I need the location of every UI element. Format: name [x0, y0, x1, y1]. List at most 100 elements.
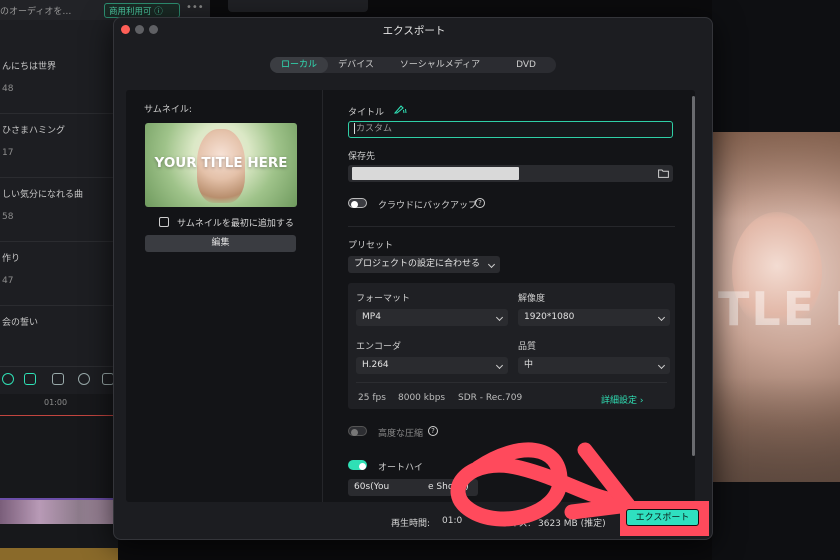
- save-location-label: 保存先: [348, 152, 376, 162]
- export-settings-panel: サムネイル: YOUR TITLE HERE サムネイルを最初に追加する 編集 …: [126, 90, 695, 502]
- export-highlight-box: エクスポート: [620, 501, 709, 536]
- export-target-tabs: ローカル デバイス ソーシャルメディア DVD: [270, 57, 556, 73]
- quality-select[interactable]: 中: [518, 357, 670, 374]
- chevron-down-icon: [657, 361, 666, 370]
- encoder-select[interactable]: H.264: [356, 357, 508, 374]
- play-icon[interactable]: [78, 373, 90, 385]
- list-item[interactable]: んにちは世界 48: [0, 50, 118, 114]
- thumbnail-preview[interactable]: YOUR TITLE HERE: [145, 123, 297, 207]
- timeline[interactable]: [0, 394, 118, 560]
- color-space-info: SDR - Rec.709: [458, 393, 523, 403]
- divider: [348, 226, 675, 227]
- resolution-label: 解像度: [518, 294, 546, 304]
- list-item[interactable]: ひさまハミング 17: [0, 114, 118, 178]
- preset-select[interactable]: プロジェクトの設定に合わせる: [348, 256, 500, 273]
- list-item-title: ひさまハミング: [2, 126, 66, 136]
- timeline-ruler[interactable]: 01:00: [0, 394, 118, 416]
- add-thumbnail-label: サムネイルを最初に追加する: [177, 218, 294, 229]
- advanced-compression-toggle[interactable]: [348, 426, 367, 436]
- encoder-value: H.264: [362, 360, 389, 370]
- edit-thumbnail-button[interactable]: 編集: [145, 235, 296, 252]
- shorts-duration-select[interactable]: 60s(You e Shorts): [348, 479, 478, 496]
- size-value: 3623 MB (推定): [538, 519, 606, 529]
- list-item-title: 会の誓い: [2, 318, 39, 328]
- divider: [356, 382, 667, 383]
- export-button[interactable]: エクスポート: [626, 509, 699, 526]
- save-path-value: [352, 167, 519, 180]
- help-icon[interactable]: ?: [475, 198, 485, 208]
- chevron-right-icon: ›: [639, 396, 644, 406]
- advanced-compression-label: 高度な圧縮: [378, 429, 424, 439]
- list-item-duration: 47: [2, 276, 14, 286]
- preview-image: TLE H: [712, 132, 840, 482]
- dialog-title: エクスポート: [382, 25, 446, 37]
- tab-local[interactable]: ローカル: [270, 57, 328, 73]
- dialog-titlebar: エクスポート: [114, 18, 712, 42]
- advanced-settings-link[interactable]: 詳細設定 ›: [601, 393, 644, 406]
- more-icon[interactable]: •••: [186, 2, 204, 13]
- chevron-down-icon: [495, 361, 504, 370]
- list-item-duration: 17: [2, 148, 14, 158]
- commercial-use-badge[interactable]: 商用利用可 ⓘ: [104, 3, 180, 18]
- top-toolbar: [228, 0, 368, 12]
- title-placeholder: カスタム: [356, 124, 393, 134]
- resolution-select[interactable]: 1920*1080: [518, 309, 670, 326]
- scrollbar[interactable]: [692, 96, 695, 456]
- cloud-backup-label: クラウドにバックアップ: [378, 201, 478, 211]
- format-value: MP4: [362, 312, 381, 322]
- list-item[interactable]: 会の誓い: [0, 306, 118, 364]
- add-thumbnail-checkbox[interactable]: [159, 217, 169, 227]
- cloud-backup-toggle[interactable]: [348, 198, 367, 208]
- shorts-duration-value-rest: e Shorts): [428, 482, 469, 492]
- chevron-down-icon: [657, 313, 666, 322]
- quality-value: 中: [524, 360, 534, 370]
- video-clip[interactable]: [0, 498, 118, 524]
- chevron-down-icon: [495, 313, 504, 322]
- audio-clip[interactable]: [0, 548, 118, 560]
- auto-highlight-label: オートハイ: [378, 463, 423, 473]
- thumbnail-label: サムネイル:: [144, 105, 192, 115]
- column-divider: [322, 90, 323, 502]
- screen: { "background": { "topbar_text": "のオーディオ…: [0, 0, 840, 560]
- advanced-settings-label: 詳細設定: [601, 396, 638, 406]
- list-item-title: んにちは世界: [2, 62, 57, 72]
- preview-overlay-text: TLE H: [718, 282, 840, 336]
- ai-pen-icon[interactable]: [394, 104, 407, 114]
- tab-social-media[interactable]: ソーシャルメディア: [384, 57, 496, 73]
- timecode-label: 01:00: [44, 398, 68, 407]
- fps-info: 25 fps: [358, 393, 386, 403]
- format-label: フォーマット: [356, 294, 411, 304]
- preset-label: プリセット: [348, 241, 394, 251]
- auto-highlight-toggle[interactable]: [348, 460, 367, 470]
- format-select[interactable]: MP4: [356, 309, 508, 326]
- help-icon[interactable]: ?: [428, 426, 438, 436]
- resolution-value: 1920*1080: [524, 312, 575, 322]
- preset-value: プロジェクトの設定に合わせる: [354, 259, 481, 269]
- encoder-label: エンコーダ: [356, 342, 402, 352]
- library-header-text: のオーディオを…: [0, 7, 72, 17]
- list-item[interactable]: 作り 47: [0, 242, 118, 306]
- bitrate-info: 8000 kbps: [398, 393, 446, 403]
- tab-dvd[interactable]: DVD: [496, 57, 556, 73]
- list-item-title: しい気分になれる曲: [2, 190, 84, 200]
- shorts-duration-value: 60s(You: [354, 482, 390, 492]
- title-input[interactable]: カスタム: [348, 121, 673, 138]
- snapshot-icon[interactable]: [52, 373, 64, 385]
- save-location-field[interactable]: [348, 165, 673, 182]
- thumbnail-overlay-text: YOUR TITLE HERE: [154, 155, 288, 171]
- tab-device[interactable]: デバイス: [328, 57, 384, 73]
- add-thumbnail-first-option[interactable]: サムネイルを最初に追加する: [159, 215, 294, 229]
- export-dialog: エクスポート ローカル デバイス ソーシャルメディア DVD サムネイル: YO…: [113, 17, 713, 540]
- record-icon[interactable]: [2, 373, 14, 385]
- duration-value: 01:0: [442, 516, 463, 526]
- title-label: タイトル: [348, 108, 385, 118]
- ai-icon[interactable]: [24, 373, 36, 385]
- size-label: サイズ:: [501, 519, 531, 529]
- timeline-toolbar: [0, 366, 118, 394]
- duration-label: 再生時間:: [391, 519, 431, 529]
- list-item-duration: 58: [2, 212, 14, 222]
- list-item[interactable]: しい気分になれる曲 58: [0, 178, 118, 242]
- list-item-duration: 48: [2, 84, 14, 94]
- folder-icon[interactable]: [658, 169, 669, 178]
- list-item-title: 作り: [2, 254, 21, 264]
